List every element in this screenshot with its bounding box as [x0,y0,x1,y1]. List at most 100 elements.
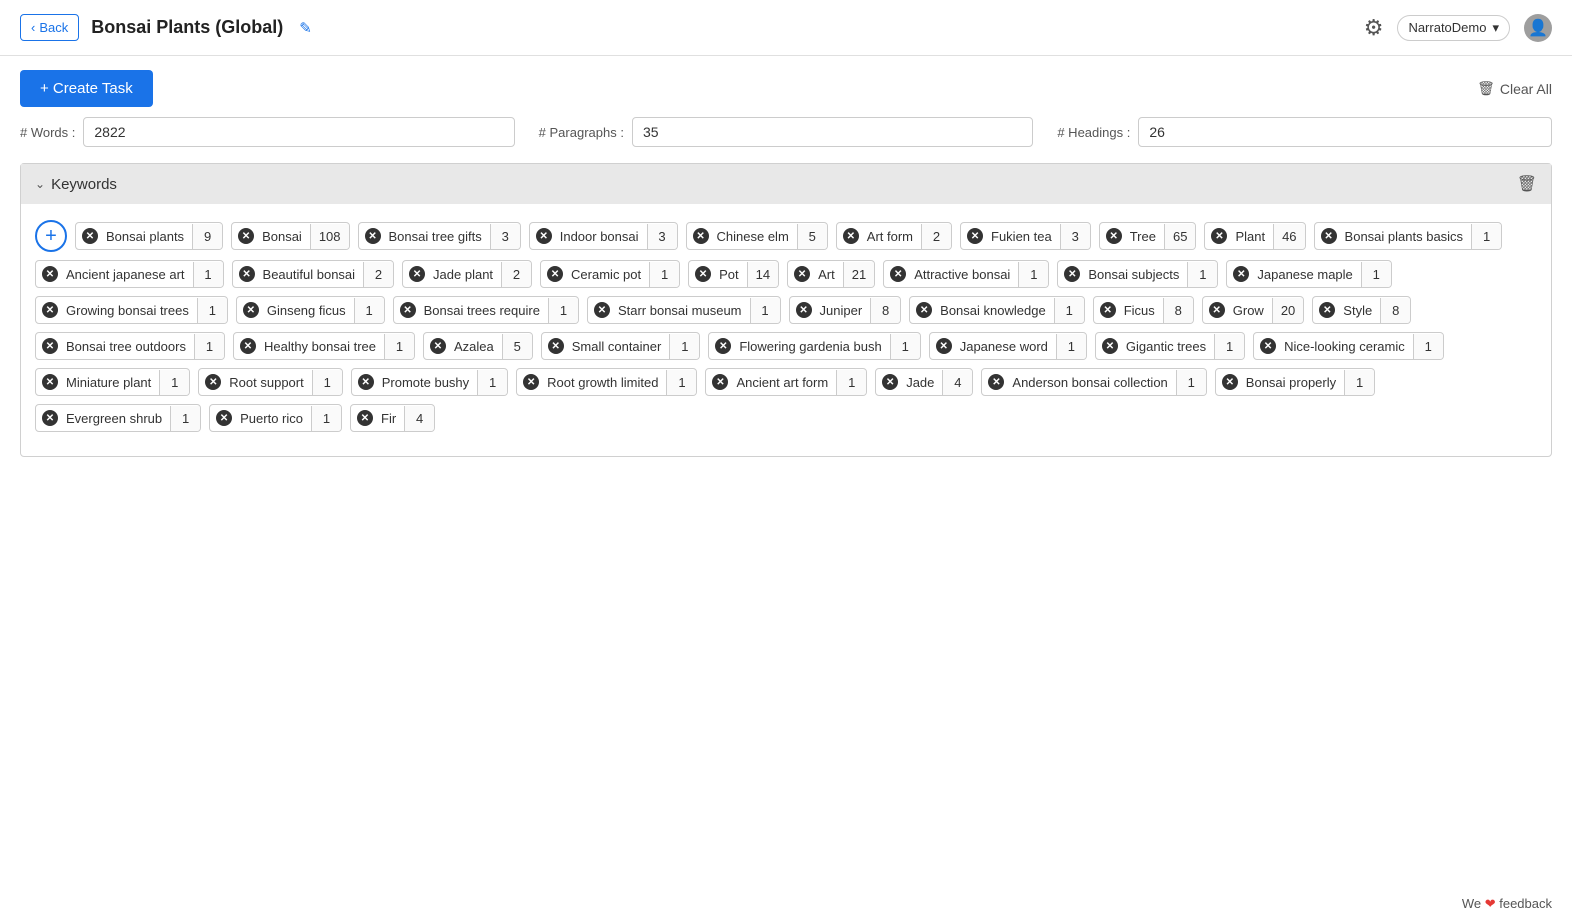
keyword-name: Style [1341,298,1380,323]
keyword-name: Miniature plant [64,370,159,395]
keyword-remove-button[interactable]: ✕ [424,333,452,359]
keyword-remove-button[interactable]: ✕ [1100,223,1128,249]
keyword-remove-button[interactable]: ✕ [961,223,989,249]
keyword-remove-button[interactable]: ✕ [1315,223,1343,249]
keyword-remove-button[interactable]: ✕ [359,223,387,249]
keyword-name: Ficus [1122,298,1163,323]
add-keyword-button[interactable]: + [35,220,67,252]
keyword-count: 1 [159,370,189,395]
keyword-remove-button[interactable]: ✕ [687,223,715,249]
keyword-chip: ✕Fir4 [350,404,435,432]
keyword-name: Root growth limited [545,370,666,395]
stats-row: # Words : # Paragraphs : # Headings : [0,117,1572,163]
keyword-remove-button[interactable]: ✕ [930,333,958,359]
keyword-remove-button[interactable]: ✕ [1203,297,1231,323]
keyword-remove-button[interactable]: ✕ [36,405,64,431]
keywords-delete-button[interactable]: 🗑 [1517,174,1537,194]
back-chevron-icon: ‹ [31,20,35,35]
keyword-remove-button[interactable]: ✕ [709,333,737,359]
keyword-remove-button[interactable]: ✕ [232,223,260,249]
keyword-remove-button[interactable]: ✕ [351,405,379,431]
keyword-name: Bonsai trees require [422,298,548,323]
keyword-count: 2 [501,262,531,287]
keyword-remove-button[interactable]: ✕ [884,261,912,287]
create-task-label: + Create Task [40,80,133,97]
keyword-count: 1 [477,370,507,395]
keyword-remove-button[interactable]: ✕ [403,261,431,287]
keyword-name: Grow [1231,298,1272,323]
keyword-remove-button[interactable]: ✕ [36,333,64,359]
keyword-count: 8 [870,298,900,323]
keyword-remove-button[interactable]: ✕ [199,369,227,395]
keyword-remove-button[interactable]: ✕ [1205,223,1233,249]
keyword-chip: ✕Root growth limited1 [516,368,697,396]
keyword-remove-button[interactable]: ✕ [788,261,816,287]
keyword-remove-button[interactable]: ✕ [689,261,717,287]
clear-all-button[interactable]: 🗑 Clear All [1477,80,1552,97]
paragraphs-input[interactable] [632,117,1033,147]
keyword-chip: ✕Ancient japanese art1 [35,260,224,288]
keyword-name: Nice-looking ceramic [1282,334,1413,359]
keyword-remove-button[interactable]: ✕ [234,333,262,359]
words-input[interactable] [83,117,514,147]
keyword-count: 1 [836,370,866,395]
keywords-container: + ✕Bonsai plants9✕Bonsai108✕Bonsai tree … [35,220,1537,432]
keyword-remove-button[interactable]: ✕ [36,297,64,323]
keyword-remove-button[interactable]: ✕ [790,297,818,323]
keyword-chip: ✕Jade4 [875,368,973,396]
keyword-remove-button[interactable]: ✕ [530,223,558,249]
keyword-remove-button[interactable]: ✕ [1058,261,1086,287]
keyword-count: 1 [890,334,920,359]
keyword-remove-button[interactable]: ✕ [588,297,616,323]
keyword-remove-button[interactable]: ✕ [1096,333,1124,359]
edit-icon[interactable]: ✎ [299,19,312,37]
keyword-name: Bonsai subjects [1086,262,1187,287]
keyword-remove-button[interactable]: ✕ [837,223,865,249]
keyword-remove-button[interactable]: ✕ [541,261,569,287]
keyword-remove-button[interactable]: ✕ [1313,297,1341,323]
keyword-count: 1 [354,298,384,323]
keyword-chip: ✕Bonsai108 [231,222,349,250]
keyword-remove-button[interactable]: ✕ [394,297,422,323]
keyword-chip: ✕Healthy bonsai tree1 [233,332,415,360]
keyword-remove-button[interactable]: ✕ [36,369,64,395]
keyword-remove-button[interactable]: ✕ [210,405,238,431]
keyword-chip: ✕Style8 [1312,296,1411,324]
keyword-count: 1 [1361,262,1391,287]
keyword-remove-button[interactable]: ✕ [542,333,570,359]
keyword-remove-button[interactable]: ✕ [910,297,938,323]
keyword-chip: ✕Miniature plant1 [35,368,190,396]
keyword-remove-button[interactable]: ✕ [1216,369,1244,395]
headings-label: # Headings : [1057,125,1130,140]
keyword-remove-button[interactable]: ✕ [1227,261,1255,287]
headings-input[interactable] [1138,117,1552,147]
keyword-chip: ✕Japanese maple1 [1226,260,1391,288]
keyword-remove-button[interactable]: ✕ [352,369,380,395]
keyword-remove-button[interactable]: ✕ [237,297,265,323]
avatar[interactable]: 👤 [1524,14,1552,42]
keyword-remove-button[interactable]: ✕ [233,261,261,287]
create-task-button[interactable]: + Create Task [20,70,153,107]
keyword-count: 46 [1273,224,1304,249]
keyword-chip: ✕Evergreen shrub1 [35,404,201,432]
settings-button[interactable]: ⚙ [1364,15,1384,41]
keyword-remove-button[interactable]: ✕ [517,369,545,395]
keyword-remove-button[interactable]: ✕ [76,223,104,249]
keyword-chip: ✕Ceramic pot1 [540,260,680,288]
keyword-remove-button[interactable]: ✕ [982,369,1010,395]
user-dropdown[interactable]: NarratoDemo ▾ [1397,15,1510,41]
keyword-remove-button[interactable]: ✕ [1254,333,1282,359]
keyword-remove-button[interactable]: ✕ [1094,297,1122,323]
keyword-count: 1 [1056,334,1086,359]
keyword-name: Anderson bonsai collection [1010,370,1175,395]
keyword-count: 4 [404,406,434,431]
keywords-header[interactable]: ⌄ Keywords 🗑 [21,164,1551,204]
keyword-name: Art [816,262,843,287]
keyword-count: 9 [192,224,222,249]
chevron-down-icon: ⌄ [35,177,45,191]
keyword-remove-button[interactable]: ✕ [706,369,734,395]
keyword-remove-button[interactable]: ✕ [876,369,904,395]
keyword-chip: ✕Growing bonsai trees1 [35,296,228,324]
keyword-remove-button[interactable]: ✕ [36,261,64,287]
back-button[interactable]: ‹ Back [20,14,79,41]
